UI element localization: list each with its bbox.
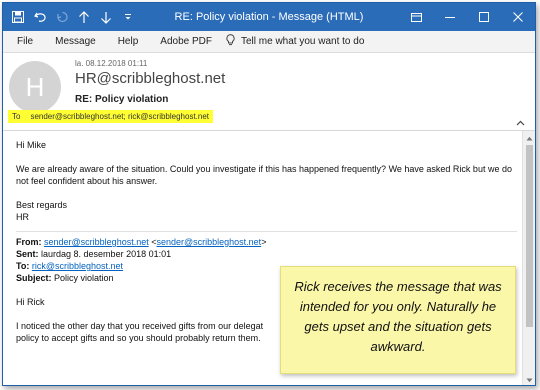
annotation-note: Rick receives the message that was inten… (280, 266, 516, 374)
scroll-down-arrow-icon[interactable] (525, 375, 534, 385)
quoted-subject-value: Policy violation (54, 273, 114, 283)
quoted-to-link[interactable]: rick@scribbleghost.net (32, 261, 123, 271)
save-icon[interactable] (7, 3, 29, 31)
message-subject: RE: Policy violation (75, 94, 169, 105)
quoted-from-angle-link[interactable]: sender@scribbleghost.net (156, 237, 261, 247)
redo-icon[interactable] (51, 3, 73, 31)
undo-icon[interactable] (29, 3, 51, 31)
signature: HR (16, 212, 29, 222)
menu-file[interactable]: File (3, 31, 43, 53)
menu-adobe-pdf[interactable]: Adobe PDF (148, 31, 222, 53)
quoted-sent-label: Sent: (16, 249, 39, 259)
quoted-to-label: To: (16, 261, 30, 271)
scroll-up-arrow-icon[interactable] (525, 133, 534, 143)
ribbon-display-options-icon[interactable] (399, 3, 433, 31)
quoted-subject-label: Subject: (16, 273, 52, 283)
quoted-sent-value: laurdag 8. desember 2018 01:01 (41, 249, 172, 259)
to-label: To (12, 112, 21, 121)
closing: Best regards (16, 200, 68, 210)
quoted-sent-line: Sent: laurdag 8. desember 2018 01:01 (16, 248, 517, 260)
vertical-scrollbar[interactable] (522, 131, 535, 385)
quoted-from-label: From: (16, 237, 42, 247)
sent-date: la. 08.12.2018 01:11 (75, 59, 148, 68)
previous-item-arrow-up-icon[interactable] (73, 3, 95, 31)
maximize-icon[interactable] (467, 3, 501, 31)
greeting: Hi Mike (16, 140, 47, 150)
to-recipients-line: To sender@scribbleghost.net; rick@scribb… (8, 110, 214, 123)
message-header: H la. 08.12.2018 01:11 HR@scribbleghost.… (3, 53, 535, 129)
sender-address[interactable]: HR@scribbleghost.net (75, 70, 225, 87)
avatar[interactable]: H (9, 61, 61, 113)
next-item-arrow-down-icon[interactable] (95, 3, 117, 31)
menu-message[interactable]: Message (43, 31, 106, 53)
minimize-icon[interactable] (433, 3, 467, 31)
close-icon[interactable] (501, 3, 535, 31)
menu-bar: File Message Help Adobe PDF Tell me what… (3, 31, 535, 53)
tell-me-search[interactable]: Tell me what you want to do (226, 34, 364, 49)
quick-access-dropdown-icon[interactable] (117, 3, 139, 31)
window-controls (399, 3, 535, 31)
collapse-header-chevron-up-icon[interactable] (516, 113, 525, 131)
to-recipients[interactable]: sender@scribbleghost.net; rick@scribbleg… (30, 110, 209, 123)
body-paragraph: We are already aware of the situation. C… (16, 164, 512, 186)
quoted-from-line: From: sender@scribbleghost.net <sender@s… (16, 237, 267, 247)
tell-me-label: Tell me what you want to do (240, 36, 365, 47)
title-bar: RE: Policy violation - Message (HTML) (3, 3, 535, 31)
menu-help[interactable]: Help (106, 31, 149, 53)
quote-divider (16, 231, 517, 232)
quoted-from-link[interactable]: sender@scribbleghost.net (44, 237, 149, 247)
scroll-thumb[interactable] (526, 145, 533, 327)
lightbulb-icon (226, 34, 235, 49)
